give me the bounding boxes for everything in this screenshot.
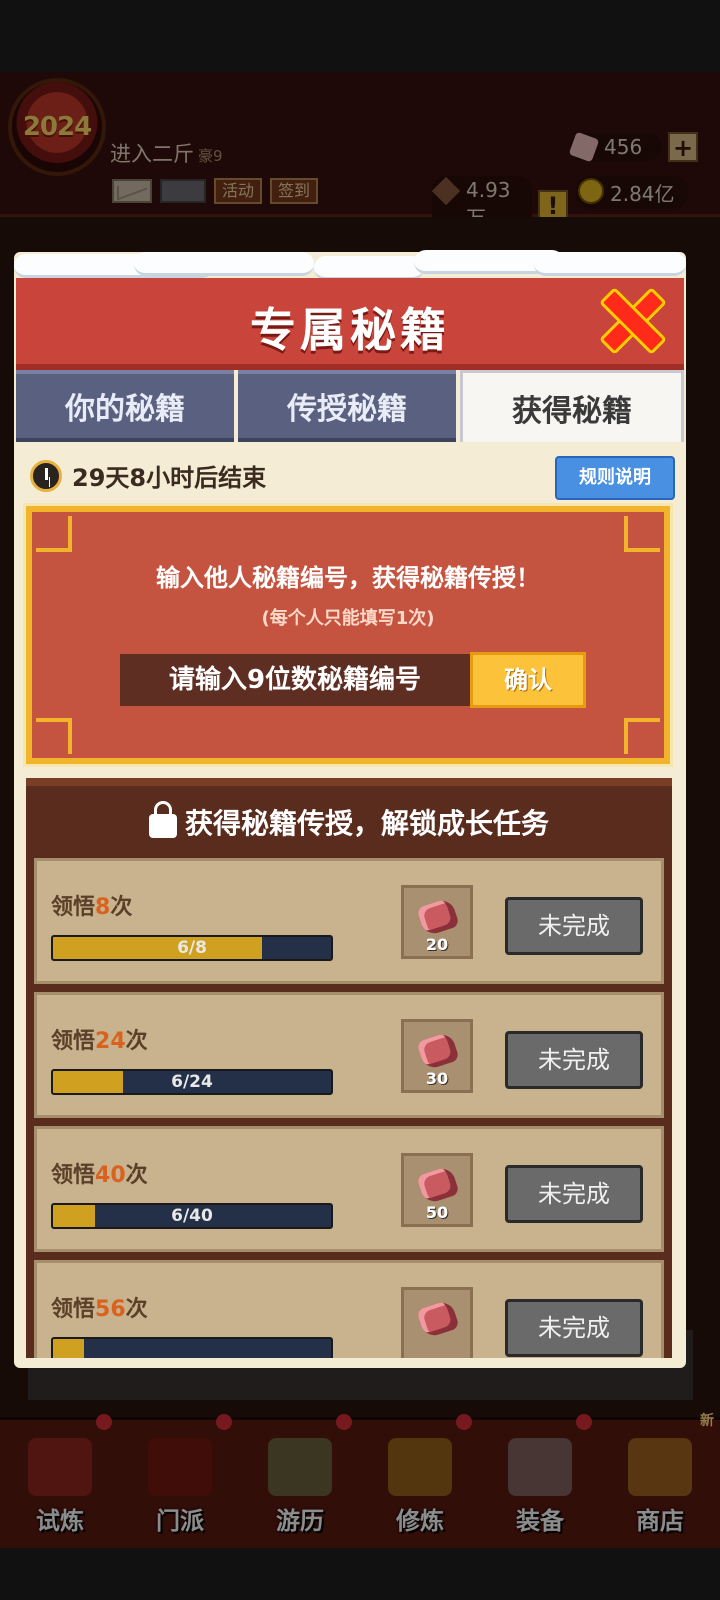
timer-text: 29天8小时后结束 [72, 464, 267, 492]
task-target: 40 [95, 1163, 126, 1188]
tab-your-books[interactable]: 你的秘籍 [16, 370, 234, 442]
corner-ornament [36, 516, 72, 552]
prompt-main: 输入他人秘籍编号，获得秘籍传授！ [156, 564, 540, 592]
task-label: 领悟56次 [51, 1297, 148, 1322]
tab-teach-books[interactable]: 传授秘籍 [238, 370, 456, 442]
reward-count: 30 [425, 1069, 449, 1088]
system-nav-bar [0, 1548, 720, 1600]
reward-slot[interactable]: 20 [401, 885, 473, 959]
incomplete-button[interactable]: 未完成 [505, 1031, 643, 1089]
code-input[interactable]: 请输入9位数秘籍编号 [120, 654, 470, 706]
progress-text: 6/24 [171, 1072, 213, 1092]
reward-slot[interactable]: 30 [401, 1019, 473, 1093]
prompt-sub: (每个人只能填写1次) [261, 608, 435, 629]
status-bar [0, 0, 720, 72]
task-label: 领悟40次 [51, 1163, 148, 1188]
reward-slot[interactable]: 50 [401, 1153, 473, 1227]
confirm-button[interactable]: 确认 [470, 652, 586, 708]
progress-text: 6/8 [177, 938, 207, 958]
progress-text: 6/40 [171, 1206, 213, 1226]
progress-bar [51, 1337, 333, 1358]
task-target: 56 [95, 1297, 126, 1322]
tab-obtain-books[interactable]: 获得秘籍 [460, 370, 684, 442]
task-row: 领悟8次 6/8 20 未完成 [34, 858, 664, 984]
incomplete-button[interactable]: 未完成 [505, 1299, 643, 1357]
dialog-title: 专属秘籍 [250, 303, 450, 357]
progress-bar: 6/24 [51, 1069, 333, 1095]
close-icon[interactable] [600, 288, 660, 348]
incomplete-button[interactable]: 未完成 [505, 897, 643, 955]
corner-ornament [36, 718, 72, 754]
lock-icon [148, 801, 177, 838]
task-label: 领悟8次 [51, 895, 133, 920]
task-label: 领悟24次 [51, 1029, 148, 1054]
gem-icon [416, 897, 460, 937]
reward-slot[interactable] [401, 1287, 473, 1358]
tasks-header: 获得秘籍传授，解锁成长任务 [26, 786, 672, 858]
progress-bar: 6/8 [51, 935, 333, 961]
progress-bar: 6/40 [51, 1203, 333, 1229]
corner-ornament [624, 516, 660, 552]
dialog-header: 专属秘籍 [16, 278, 684, 370]
task-list[interactable]: 领悟8次 6/8 20 未完成 领悟24次 6/24 30 未完成 领悟40次 … [34, 858, 664, 1358]
tab-bar: 你的秘籍 传授秘籍 获得秘籍 [16, 370, 684, 442]
gem-icon [416, 1299, 460, 1339]
code-entry-panel: 输入他人秘籍编号，获得秘籍传授！ (每个人只能填写1次) 请输入9位数秘籍编号 … [26, 506, 670, 764]
task-target: 24 [95, 1029, 126, 1054]
gem-icon [416, 1165, 460, 1205]
reward-count: 20 [425, 935, 449, 954]
event-timer: 29天8小时后结束 [30, 458, 266, 493]
reward-count: 50 [425, 1203, 449, 1222]
rules-button[interactable]: 规则说明 [555, 456, 675, 500]
gem-icon [416, 1031, 460, 1071]
task-row: 领悟56次 未完成 [34, 1260, 664, 1358]
incomplete-button[interactable]: 未完成 [505, 1165, 643, 1223]
clock-icon [30, 459, 62, 492]
progress-fill [53, 1339, 84, 1358]
corner-ornament [624, 718, 660, 754]
task-target: 8 [95, 895, 111, 920]
task-row: 领悟24次 6/24 30 未完成 [34, 992, 664, 1118]
tasks-header-text: 获得秘籍传授，解锁成长任务 [184, 807, 549, 840]
task-row: 领悟40次 6/40 50 未完成 [34, 1126, 664, 1252]
growth-tasks-panel: 获得秘籍传授，解锁成长任务 领悟8次 6/8 20 未完成 领悟24次 6/24… [26, 778, 672, 1358]
